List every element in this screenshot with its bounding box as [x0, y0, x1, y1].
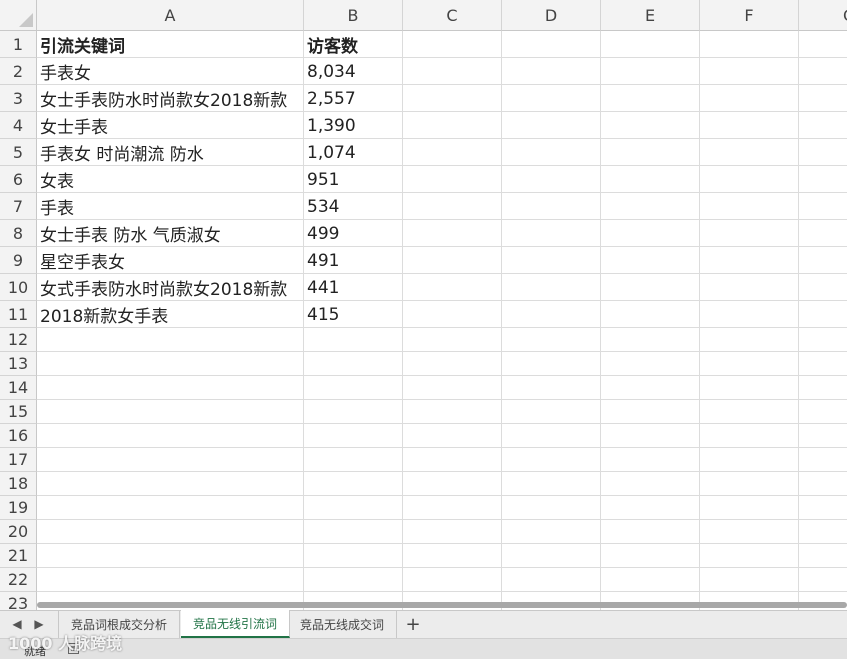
cell-a2[interactable]: 手表女: [37, 58, 303, 85]
cell-b11[interactable]: 415: [304, 301, 402, 328]
grid-line: [37, 495, 847, 496]
grid-line: [37, 423, 847, 424]
row-header[interactable]: 9: [0, 247, 37, 274]
row-header[interactable]: 22: [0, 568, 37, 592]
cell-a11[interactable]: 2018新款女手表: [37, 301, 303, 328]
cell-b5[interactable]: 1,074: [304, 139, 402, 166]
cell-a4[interactable]: 女士手表: [37, 112, 303, 139]
grid-line: [37, 447, 847, 448]
row-header[interactable]: 15: [0, 400, 37, 424]
select-all-corner[interactable]: [0, 0, 37, 31]
cell-b3[interactable]: 2,557: [304, 85, 402, 112]
grid-line: [37, 519, 847, 520]
grid-line: [37, 375, 847, 376]
column-header-e[interactable]: E: [601, 0, 700, 31]
grid-line: [37, 399, 847, 400]
macro-record-icon[interactable]: [68, 643, 79, 654]
grid-line: [37, 471, 847, 472]
cell-a8[interactable]: 女士手表 防水 气质淑女: [37, 220, 303, 247]
column-header-f[interactable]: F: [700, 0, 799, 31]
row-header[interactable]: 6: [0, 166, 37, 193]
grid-line: [501, 31, 502, 610]
row-header[interactable]: 5: [0, 139, 37, 166]
cell-a10[interactable]: 女式手表防水时尚款女2018新款: [37, 274, 303, 301]
cell-grid[interactable]: 引流关键词 访客数 手表女 8,034 女士手表防水时尚款女2018新款 2,5…: [37, 31, 847, 610]
grid-line: [402, 31, 403, 610]
cell-a6[interactable]: 女表: [37, 166, 303, 193]
row-header[interactable]: 21: [0, 544, 37, 568]
grid-line: [798, 31, 799, 610]
add-sheet-button[interactable]: +: [398, 614, 428, 636]
grid-line: [37, 567, 847, 568]
spreadsheet-grid[interactable]: A B C D E F G 1 2 3 4 5 6 7 8 9 10 11 12…: [0, 0, 847, 610]
grid-line: [37, 543, 847, 544]
column-header-c[interactable]: C: [403, 0, 502, 31]
column-header-d[interactable]: D: [502, 0, 601, 31]
row-header[interactable]: 16: [0, 424, 37, 448]
select-all-triangle-icon: [19, 13, 33, 27]
column-header-g[interactable]: G: [799, 0, 847, 31]
tab-sheet-1[interactable]: 竞品词根成交分析: [58, 611, 181, 638]
cell-b7[interactable]: 534: [304, 193, 402, 220]
next-sheet-icon[interactable]: ▶: [32, 617, 46, 631]
row-header[interactable]: 13: [0, 352, 37, 376]
column-header-b[interactable]: B: [304, 0, 403, 31]
grid-line: [699, 31, 700, 610]
cell-b6[interactable]: 951: [304, 166, 402, 193]
row-header[interactable]: 10: [0, 274, 37, 301]
row-header[interactable]: 23: [0, 592, 37, 610]
cell-b8[interactable]: 499: [304, 220, 402, 247]
row-header[interactable]: 12: [0, 328, 37, 352]
grid-line: [600, 31, 601, 610]
cell-b1[interactable]: 访客数: [304, 31, 402, 58]
horizontal-scrollbar[interactable]: [37, 602, 847, 608]
status-ready: 就绪: [24, 645, 46, 658]
status-bar: 就绪: [0, 638, 847, 659]
row-header[interactable]: 3: [0, 85, 37, 112]
cell-a9[interactable]: 星空手表女: [37, 247, 303, 274]
row-header[interactable]: 8: [0, 220, 37, 247]
cell-a3[interactable]: 女士手表防水时尚款女2018新款: [37, 85, 303, 112]
row-header[interactable]: 7: [0, 193, 37, 220]
prev-sheet-icon[interactable]: ◀: [10, 617, 24, 631]
row-header[interactable]: 19: [0, 496, 37, 520]
sheet-tab-bar: ◀ ▶ 竞品词根成交分析 竞品无线引流词 竞品无线成交词 +: [0, 610, 847, 638]
row-header[interactable]: 11: [0, 301, 37, 328]
row-header[interactable]: 20: [0, 520, 37, 544]
row-header[interactable]: 4: [0, 112, 37, 139]
cell-b9[interactable]: 491: [304, 247, 402, 274]
tab-sheet-3[interactable]: 竞品无线成交词: [288, 611, 398, 638]
grid-line: [37, 591, 847, 592]
cell-a7[interactable]: 手表: [37, 193, 303, 220]
cell-b2[interactable]: 8,034: [304, 58, 402, 85]
tab-sheet-2[interactable]: 竞品无线引流词: [181, 610, 291, 638]
row-header[interactable]: 1: [0, 31, 37, 58]
cell-a1[interactable]: 引流关键词: [37, 31, 303, 58]
grid-line: [37, 351, 847, 352]
cell-a5[interactable]: 手表女 时尚潮流 防水: [37, 139, 303, 166]
row-header[interactable]: 18: [0, 472, 37, 496]
row-header[interactable]: 14: [0, 376, 37, 400]
row-header[interactable]: 2: [0, 58, 37, 85]
column-header-a[interactable]: A: [37, 0, 304, 31]
row-header[interactable]: 17: [0, 448, 37, 472]
cell-b10[interactable]: 441: [304, 274, 402, 301]
cell-b4[interactable]: 1,390: [304, 112, 402, 139]
